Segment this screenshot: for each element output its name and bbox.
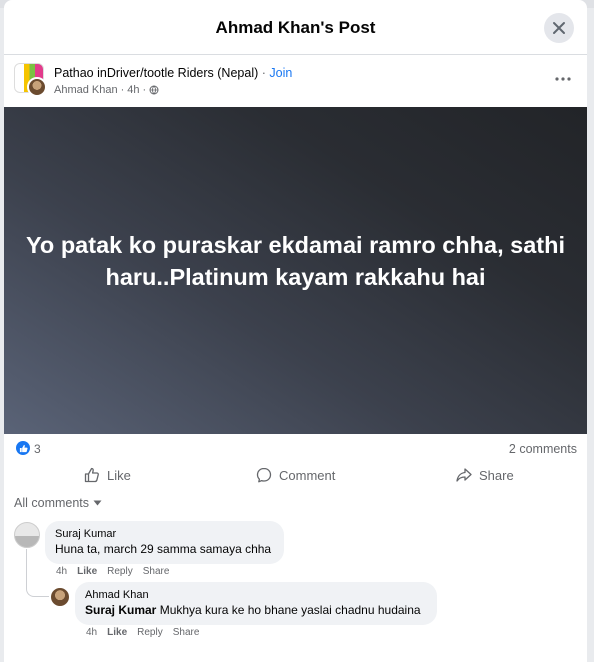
separator: · (261, 66, 266, 80)
comment-author[interactable]: Suraj Kumar (55, 527, 274, 541)
share-button[interactable]: Share (456, 462, 514, 488)
comment-reply-link[interactable]: Reply (107, 566, 133, 577)
post-dialog: Ahmad Khan's Post Pathao inDriver/tootle… (4, 0, 587, 662)
comment-share-link[interactable]: Share (143, 566, 170, 577)
comment-text: Huna ta, march 29 samma samaya chha (55, 542, 272, 556)
post-text-background: Yo patak ko puraskar ekdamai ramro chha,… (4, 107, 587, 434)
author-name[interactable]: Ahmad Khan (54, 84, 118, 96)
post-actions: Like Comment Share (4, 462, 587, 488)
comment-like-link[interactable]: Like (77, 566, 97, 577)
group-name[interactable]: Pathao inDriver/tootle Riders (Nepal) (54, 66, 258, 80)
join-button[interactable]: Join (269, 66, 292, 80)
reply-share-link[interactable]: Share (173, 627, 200, 638)
like-reaction-badge[interactable] (16, 441, 30, 455)
post-meta: Ahmad Khan · 4h · (54, 84, 159, 96)
dialog-title: Ahmad Khan's Post (215, 18, 376, 37)
thumbs-up-icon (19, 444, 28, 452)
reaction-count[interactable]: 3 (34, 442, 41, 456)
like-label: Like (107, 467, 131, 483)
reply-bubble: Ahmad Khan Suraj Kumar Mukhya kura ke ho… (75, 582, 437, 625)
comment-count[interactable]: 2 comments (509, 442, 577, 456)
reply-avatar[interactable] (50, 587, 70, 607)
dialog-header: Ahmad Khan's Post (4, 0, 587, 55)
post-header: Pathao inDriver/tootle Riders (Nepal) · … (4, 55, 587, 107)
reply-author[interactable]: Ahmad Khan (85, 588, 427, 602)
meta-separator: · (142, 84, 147, 96)
comment-bubble: Suraj Kumar Huna ta, march 29 samma sama… (45, 521, 284, 564)
comment-avatar[interactable] (14, 522, 40, 548)
comments-sort-dropdown[interactable]: All comments (14, 496, 102, 510)
comment-icon (256, 467, 272, 483)
like-icon (84, 467, 99, 483)
more-icon (555, 77, 571, 81)
author-avatar[interactable] (27, 77, 47, 97)
reply-text: Mukhya kura ke ho bhane yaslai chadnu hu… (159, 603, 421, 617)
comments-sort-label: All comments (14, 496, 90, 510)
post-time[interactable]: 4h (127, 84, 139, 96)
share-icon (456, 468, 472, 482)
close-button[interactable] (544, 13, 574, 43)
reply-reply-link[interactable]: Reply (137, 627, 163, 638)
group-line: Pathao inDriver/tootle Riders (Nepal) · … (54, 66, 292, 80)
like-button[interactable]: Like (84, 462, 131, 488)
reactions-bar: 3 2 comments (4, 434, 587, 462)
globe-icon (149, 85, 159, 95)
meta-separator: · (120, 84, 125, 96)
reply-text-line: Suraj Kumar Mukhya kura ke ho bhane yasl… (85, 602, 427, 618)
comment-time[interactable]: 4h (56, 566, 67, 577)
post-text: Yo patak ko puraskar ekdamai ramro chha,… (26, 231, 565, 290)
comment-actions: 4h Like Reply Share (56, 566, 169, 577)
more-options-button[interactable] (552, 69, 574, 89)
reply-time[interactable]: 4h (86, 627, 97, 638)
close-icon (553, 22, 565, 34)
comment-button[interactable]: Comment (256, 462, 335, 488)
caret-down-icon (93, 500, 102, 506)
reply-actions: 4h Like Reply Share (86, 627, 199, 638)
comment-label: Comment (279, 467, 336, 483)
reply-mention[interactable]: Suraj Kumar (85, 603, 156, 617)
share-label: Share (479, 467, 514, 483)
reply-like-link[interactable]: Like (107, 627, 127, 638)
